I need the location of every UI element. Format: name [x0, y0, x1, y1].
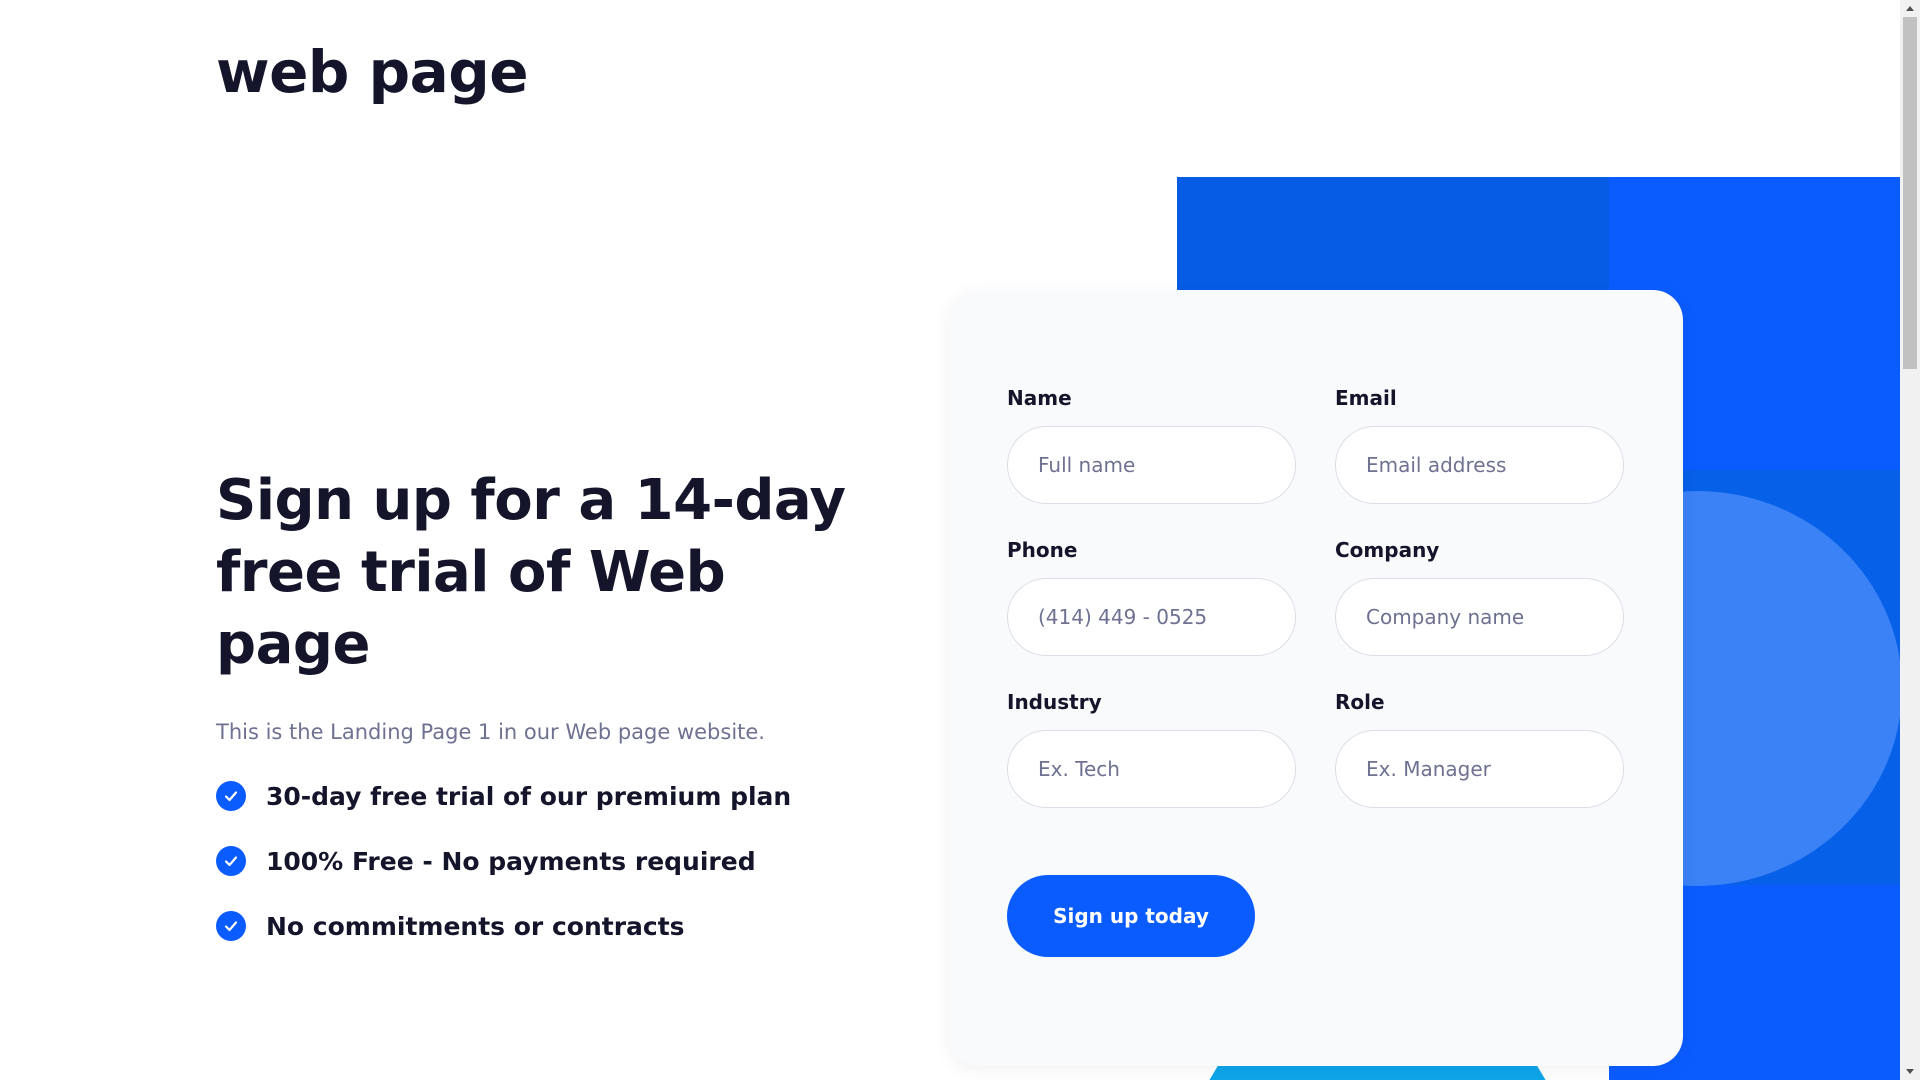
feature-item: 100% Free - No payments required [216, 845, 876, 877]
hero-subtext: This is the Landing Page 1 in our Web pa… [216, 720, 765, 744]
phone-label: Phone [1007, 538, 1078, 562]
role-label: Role [1335, 690, 1385, 714]
email-field-group: Email [1335, 386, 1624, 504]
decorative-block [1177, 177, 1609, 292]
signup-form-card: Name Email Phone Company Industry Role [948, 290, 1683, 1066]
email-input[interactable] [1335, 426, 1624, 504]
feature-list: 30-day free trial of our premium plan 10… [216, 780, 876, 942]
industry-field-group: Industry [1007, 690, 1296, 808]
scrollbar-thumb[interactable] [1903, 17, 1917, 369]
hero-section: Sign up for a 14-day free trial of Web p… [216, 465, 876, 975]
decorative-shape [1200, 1066, 1555, 1080]
hero-headline: Sign up for a 14-day free trial of Web p… [216, 468, 846, 677]
chevron-down-icon[interactable] [1900, 1063, 1920, 1080]
name-label: Name [1007, 386, 1072, 410]
feature-text: 100% Free - No payments required [266, 846, 756, 876]
name-field-group: Name [1007, 386, 1296, 504]
name-input[interactable] [1007, 426, 1296, 504]
feature-item: No commitments or contracts [216, 910, 876, 942]
feature-text: No commitments or contracts [266, 911, 685, 941]
phone-input[interactable] [1007, 578, 1296, 656]
role-field-group: Role [1335, 690, 1624, 808]
feature-item: 30-day free trial of our premium plan [216, 780, 876, 812]
industry-input[interactable] [1007, 730, 1296, 808]
feature-text: 30-day free trial of our premium plan [266, 781, 792, 811]
landing-page: web page Sign up for a 14-day free trial… [0, 0, 1920, 1080]
signup-submit-button[interactable]: Sign up today [1007, 875, 1255, 957]
role-input[interactable] [1335, 730, 1624, 808]
phone-field-group: Phone [1007, 538, 1296, 656]
company-label: Company [1335, 538, 1440, 562]
company-input[interactable] [1335, 578, 1624, 656]
chevron-up-icon[interactable] [1900, 0, 1920, 17]
check-circle-icon [216, 781, 246, 812]
company-field-group: Company [1335, 538, 1624, 656]
industry-label: Industry [1007, 690, 1102, 714]
check-circle-icon [216, 846, 246, 877]
site-logo[interactable]: web page [216, 38, 529, 108]
signup-form: Name Email Phone Company Industry Role [1007, 386, 1624, 808]
vertical-scrollbar[interactable] [1900, 0, 1920, 1080]
check-circle-icon [216, 911, 246, 942]
email-label: Email [1335, 386, 1397, 410]
